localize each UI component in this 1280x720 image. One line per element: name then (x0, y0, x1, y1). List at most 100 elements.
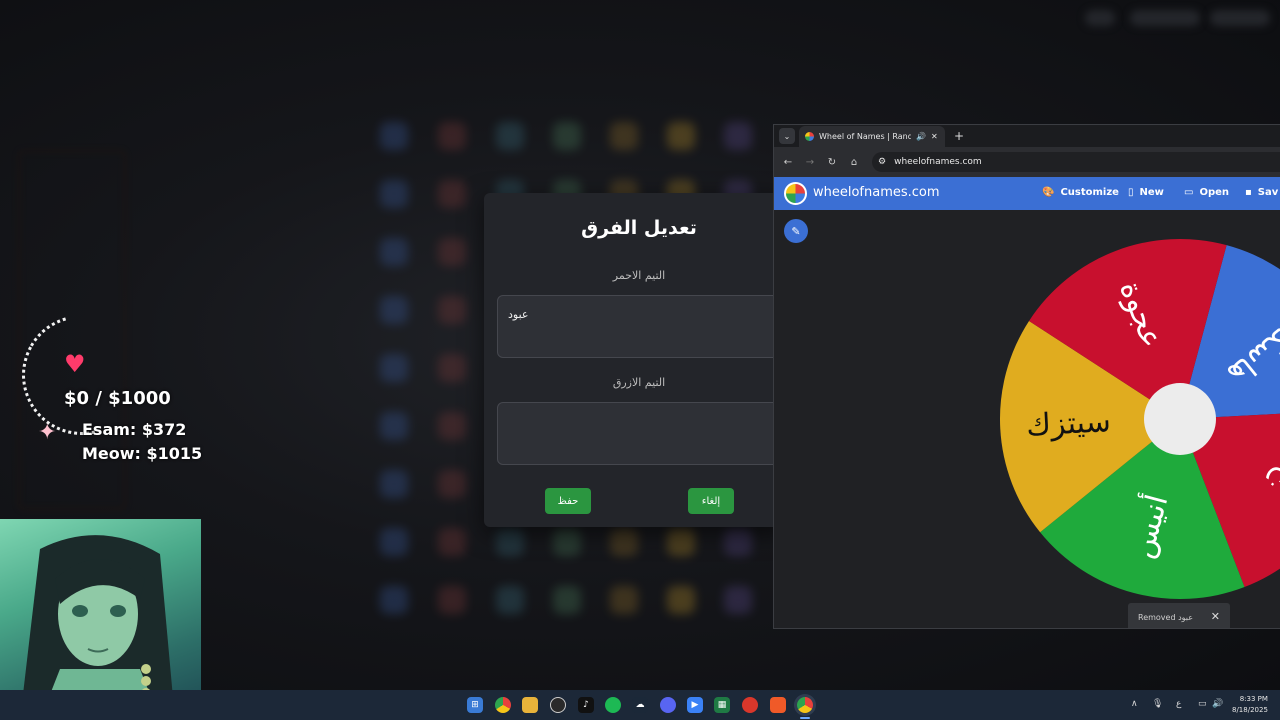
tiktok-icon[interactable]: ♪ (578, 697, 594, 713)
spinning-wheel[interactable]: هاسكينأنيسسيتزكعجوة (1000, 239, 1280, 599)
blue-team-label: التيم الازرق (612, 376, 666, 389)
windows-taskbar: ⊞ ♪ ☁ ▶ ▦ ∧ 🎙 ع ▭ 🔊 8:33 PM 8/18/2025 (0, 690, 1280, 720)
blurred-tile (380, 470, 408, 498)
save-button[interactable]: حفظ (545, 488, 591, 514)
volume-icon[interactable]: 🔊 (1212, 699, 1223, 709)
customize-button[interactable]: 🎨 Customize (1042, 187, 1119, 198)
obs-icon[interactable] (550, 697, 566, 713)
wheel-logo[interactable] (784, 182, 807, 205)
heart-icon: ♥ (64, 350, 86, 378)
speaker-icon[interactable]: 🔊 (916, 132, 926, 141)
blurred-tile (438, 238, 466, 266)
edit-pencil-icon[interactable]: ✎ (784, 219, 808, 243)
wheel-favicon-icon (805, 132, 814, 141)
blurred-tile (438, 528, 466, 556)
blurred-tile (380, 122, 408, 150)
cancel-button[interactable]: إلغاء (688, 488, 734, 514)
blurred-topbar-item (1085, 10, 1115, 26)
back-arrow-icon[interactable]: ← (780, 154, 796, 170)
clock-date: 8/18/2025 (1232, 706, 1268, 714)
customize-label: Customize (1060, 187, 1119, 198)
blurred-topbar-item (1210, 10, 1270, 26)
blurred-tile (438, 354, 466, 382)
save-menu-button[interactable]: ▪ Sav (1245, 187, 1278, 198)
address-bar[interactable]: ⚙ wheelofnames.com (872, 152, 1280, 172)
blurred-tile (438, 122, 466, 150)
blurred-tile (667, 586, 695, 614)
spotify-icon[interactable] (605, 697, 621, 713)
blurred-tile (438, 470, 466, 498)
blurred-tile (724, 586, 752, 614)
new-button[interactable]: ▯ New (1128, 187, 1164, 198)
show-hidden-icons-chevron-icon[interactable]: ∧ (1131, 699, 1138, 709)
toast-text: Removed عبود (1138, 612, 1193, 622)
toast-close-icon[interactable]: ✕ (1211, 610, 1220, 623)
save-menu-label: Sav (1257, 187, 1279, 198)
blurred-tile (380, 180, 408, 208)
system-clock[interactable]: 8:33 PM 8/18/2025 (1232, 694, 1268, 716)
blurred-tile (380, 586, 408, 614)
blurred-tile (553, 528, 581, 556)
wheel-center-hub[interactable] (1144, 383, 1216, 455)
blurred-tile (667, 528, 695, 556)
active-app-indicator (800, 717, 810, 719)
home-icon[interactable]: ⌂ (846, 154, 862, 170)
language-indicator[interactable]: ع (1176, 699, 1181, 709)
top-donor-2: Meow: $1015 (82, 444, 203, 463)
blurred-tile (380, 412, 408, 440)
blurred-tile (380, 354, 408, 382)
open-label: Open (1199, 187, 1230, 198)
red-team-textarea[interactable]: عبود (497, 295, 784, 358)
blurred-tile (496, 586, 524, 614)
site-name[interactable]: wheelofnames.com (813, 185, 940, 200)
blue-team-textarea[interactable] (497, 402, 784, 465)
edit-teams-dialog: تعديل الفرق التيم الاحمر عبود التيم الاز… (484, 193, 784, 527)
file-explorer-icon[interactable] (522, 697, 538, 713)
top-donor-1: Esam: $372 (82, 420, 187, 439)
red-app-icon[interactable] (742, 697, 758, 713)
forward-arrow-icon[interactable]: → (802, 154, 818, 170)
wave-app-icon[interactable]: ▶ (687, 697, 703, 713)
wheel-slice-label: سيتزك (1025, 404, 1111, 443)
discord-icon[interactable] (660, 697, 676, 713)
blurred-tile (380, 296, 408, 324)
reload-icon[interactable]: ↻ (824, 154, 840, 170)
steam-icon[interactable]: ☁ (632, 697, 648, 713)
wheel-app-header: wheelofnames.com 🎨 Customize ▯ New ▭ Ope… (774, 177, 1280, 210)
sparkle-icon: ✦ (38, 420, 57, 445)
windows-start-icon[interactable]: ⊞ (467, 697, 483, 713)
blurred-tile (438, 412, 466, 440)
blurred-tile (724, 122, 752, 150)
blurred-tile (553, 122, 581, 150)
site-info-icon[interactable]: ⚙ (878, 157, 886, 167)
blurred-tile (438, 296, 466, 324)
close-tab-icon[interactable]: ✕ (931, 132, 938, 141)
blurred-tile (380, 528, 408, 556)
display-icon[interactable]: ▭ (1198, 699, 1207, 709)
blurred-tile (438, 586, 466, 614)
document-icon: ▯ (1128, 187, 1134, 198)
chrome-active-icon[interactable] (797, 697, 813, 713)
blurred-tile (724, 528, 752, 556)
blurred-tile (496, 122, 524, 150)
brave-icon[interactable] (770, 697, 786, 713)
blurred-tile (496, 528, 524, 556)
chrome-window: ⌄ Wheel of Names | Random 🔊 ✕ + ← → ↻ ⌂ … (773, 124, 1280, 629)
blurred-tile (610, 528, 638, 556)
open-button[interactable]: ▭ Open (1184, 187, 1229, 198)
excel-icon[interactable]: ▦ (714, 697, 730, 713)
blurred-tile (438, 180, 466, 208)
new-tab-button[interactable]: + (951, 128, 967, 144)
dialog-title: تعديل الفرق (581, 217, 697, 239)
tab-search-button[interactable]: ⌄ (779, 128, 795, 144)
red-team-label: التيم الاحمر (612, 269, 666, 282)
blurred-tile (610, 122, 638, 150)
folder-icon: ▭ (1184, 187, 1194, 198)
microphone-icon[interactable]: 🎙 (1152, 699, 1163, 709)
clock-time: 8:33 PM (1239, 695, 1268, 703)
floppy-icon: ▪ (1245, 187, 1252, 198)
blurred-tile (380, 238, 408, 266)
tab-wheel-of-names[interactable]: Wheel of Names | Random 🔊 ✕ (799, 126, 945, 147)
chrome-icon[interactable] (495, 697, 511, 713)
new-label: New (1139, 187, 1164, 198)
